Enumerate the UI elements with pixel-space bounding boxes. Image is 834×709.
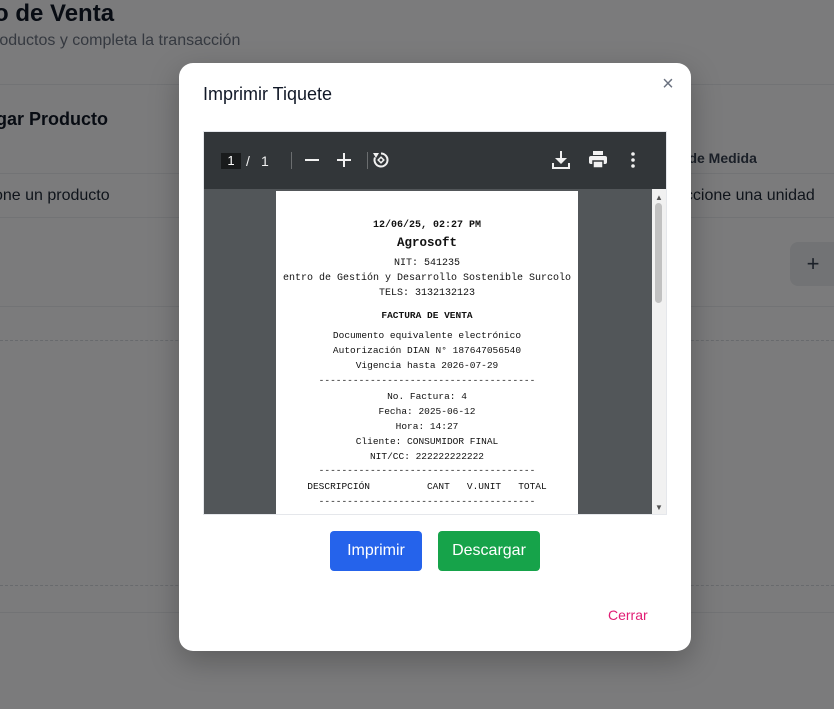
minus-icon[interactable]: [300, 148, 324, 172]
ticket-nit: NIT: 541235: [393, 258, 460, 269]
download-icon[interactable]: [549, 148, 573, 172]
toolbar-divider: [367, 152, 368, 169]
ticket-vigencia: Vigencia hasta 2026-07-29: [355, 360, 499, 371]
ticket-separator: --------------------------------------: [318, 496, 536, 507]
rotate-icon[interactable]: [369, 148, 393, 172]
pdf-viewer: 1 / 1 12/06/25, 02:27 PM Agrosoft NIT: 5…: [203, 131, 667, 515]
ticket-separator: --------------------------------------: [318, 375, 536, 386]
ticket-doc-title: FACTURA DE VENTA: [381, 310, 473, 321]
ticket-dian: Autorización DIAN N° 187647056540: [332, 345, 522, 356]
pdf-scrollbar[interactable]: ▲ ▼: [652, 189, 666, 514]
pdf-toolbar: 1 / 1: [204, 132, 666, 189]
ticket-doc-equiv: Documento equivalente electrónico: [332, 330, 522, 341]
ticket-table-header: DESCRIPCIÓN CANT V.UNIT TOTAL: [307, 481, 547, 492]
ticket-time: Hora: 14:27: [395, 421, 459, 432]
ticket-client: Cliente: CONSUMIDOR FINAL: [355, 436, 499, 447]
pdf-document-area[interactable]: 12/06/25, 02:27 PM Agrosoft NIT: 541235 …: [204, 189, 652, 514]
close-icon[interactable]: ×: [657, 73, 679, 95]
scrollbar-thumb[interactable]: [655, 203, 662, 303]
print-button[interactable]: Imprimir: [330, 531, 422, 571]
more-vertical-icon[interactable]: [621, 148, 645, 172]
toolbar-divider: [291, 152, 292, 169]
scroll-up-icon[interactable]: ▲: [655, 193, 663, 202]
close-link[interactable]: Cerrar: [608, 607, 648, 623]
ticket-invoice-no: No. Factura: 4: [387, 391, 467, 402]
ticket-nit-cc: NIT/CC: 222222222222: [369, 451, 485, 462]
scroll-down-icon[interactable]: ▼: [655, 503, 663, 512]
download-button[interactable]: Descargar: [438, 531, 540, 571]
page-separator: /: [246, 153, 250, 169]
plus-icon[interactable]: [332, 148, 356, 172]
ticket-tels: TELS: 3132132123: [378, 288, 475, 299]
ticket-company: Agrosoft: [396, 236, 457, 250]
print-icon[interactable]: [586, 148, 610, 172]
page-total: 1: [261, 153, 269, 169]
ticket-separator: --------------------------------------: [318, 465, 536, 476]
page-number-input[interactable]: 1: [221, 153, 241, 169]
ticket-center: entro de Gestión y Desarrollo Sostenible…: [282, 273, 572, 284]
print-ticket-modal: Imprimir Tiquete × 1 / 1 12/06/25, 02:27…: [179, 63, 691, 651]
ticket-date: Fecha: 2025-06-12: [378, 406, 476, 417]
ticket-page: 12/06/25, 02:27 PM Agrosoft NIT: 541235 …: [276, 191, 578, 514]
modal-title: Imprimir Tiquete: [203, 84, 333, 104]
ticket-datetime: 12/06/25, 02:27 PM: [372, 220, 482, 231]
